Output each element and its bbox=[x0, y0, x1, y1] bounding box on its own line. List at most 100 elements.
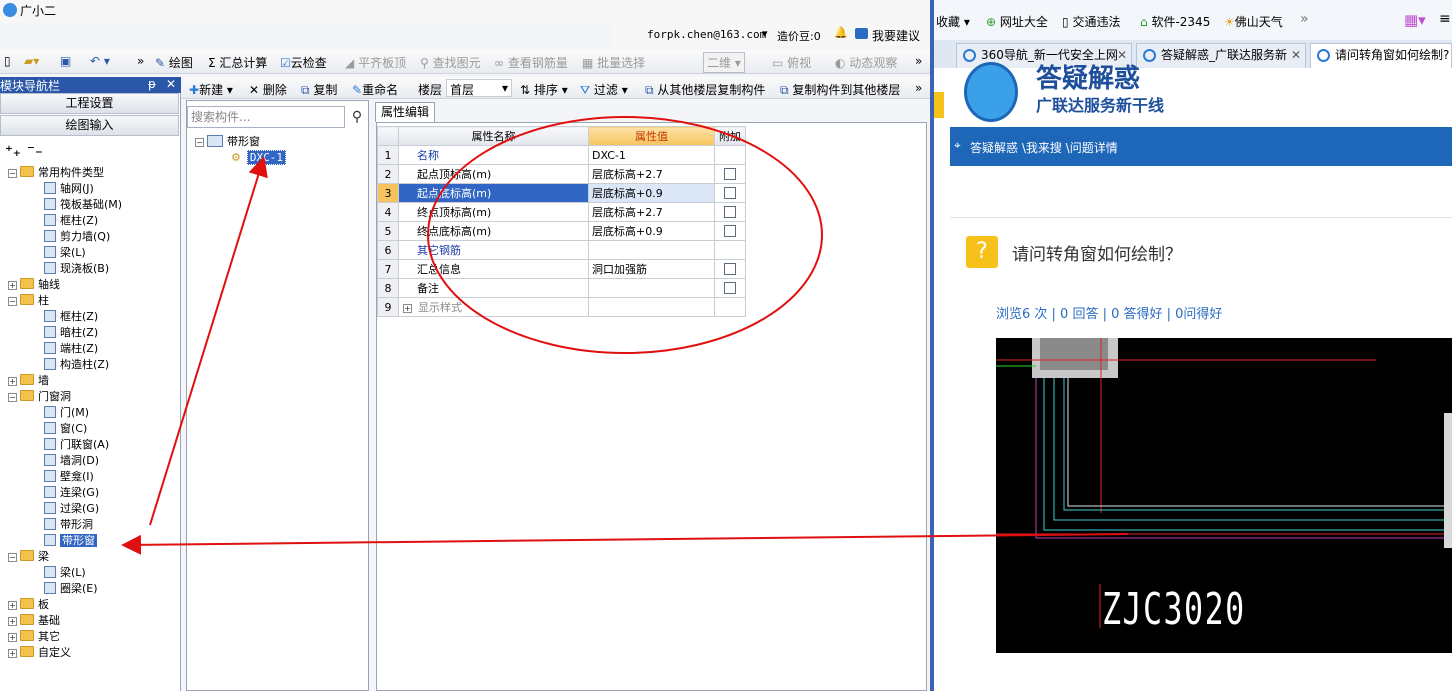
new-button[interactable]: ✚新建 ▾ bbox=[189, 81, 233, 98]
pin-icon[interactable]: ᵽ bbox=[148, 77, 156, 91]
extra-checkbox[interactable] bbox=[724, 224, 736, 237]
tree-folder[interactable]: + 基础 bbox=[8, 613, 60, 629]
expand-all-icon[interactable]: ⁺₊ bbox=[5, 142, 21, 160]
property-value[interactable]: 层底标高+2.7 bbox=[588, 164, 715, 184]
tree-item[interactable]: 圈梁(E) bbox=[44, 581, 98, 597]
tree-folder[interactable]: − 常用构件类型 bbox=[8, 165, 104, 181]
component-group-window-strip[interactable]: − 带形窗 bbox=[195, 134, 260, 150]
tree-item[interactable]: 带形窗 bbox=[44, 533, 97, 549]
property-value[interactable]: 层底标高+0.9 bbox=[588, 221, 715, 241]
extra-checkbox[interactable] bbox=[724, 281, 736, 294]
copy-to-floor-button[interactable]: ⧉ 复制构件到其他楼层 bbox=[780, 81, 900, 98]
collapse-all-icon[interactable]: ⁻₋ bbox=[27, 141, 43, 159]
bookmark-traffic[interactable]: ▯ 交通违法 bbox=[1062, 13, 1120, 30]
extra-checkbox[interactable] bbox=[724, 167, 736, 180]
extra-checkbox[interactable] bbox=[724, 205, 736, 218]
toolbar-cloud-check[interactable]: ☑云检查 bbox=[280, 54, 327, 71]
property-row[interactable]: 1 名称 DXC-1 bbox=[377, 145, 746, 165]
extra-checkbox[interactable] bbox=[724, 186, 736, 199]
tree-item[interactable]: 筏板基础(M) bbox=[44, 197, 122, 213]
breadcrumb[interactable]: 答疑解惑 \我来搜 \问题详情 bbox=[970, 139, 1118, 156]
tree-item[interactable]: 窗(C) bbox=[44, 421, 87, 437]
property-row[interactable]: 7 汇总信息 洞口加强筋 bbox=[377, 259, 746, 279]
toolbar-sum[interactable]: Σ 汇总计算 bbox=[208, 54, 267, 71]
apps-icon[interactable]: ▦▾ bbox=[1404, 11, 1426, 29]
tree-item[interactable]: 门联窗(A) bbox=[44, 437, 109, 453]
rename-button[interactable]: ✎重命名 bbox=[352, 81, 398, 98]
tree-folder[interactable]: + 板 bbox=[8, 597, 49, 613]
property-value[interactable] bbox=[588, 297, 715, 317]
project-settings-button[interactable]: 工程设置 bbox=[0, 93, 179, 114]
expand-icon[interactable]: + bbox=[8, 377, 17, 386]
tree-item[interactable]: 框柱(Z) bbox=[44, 309, 98, 325]
expand-icon[interactable]: + bbox=[8, 601, 17, 610]
suggest-link[interactable]: 我要建议 bbox=[872, 27, 920, 44]
copy-button[interactable]: ⧉ 复制 bbox=[301, 81, 337, 98]
close-tab-icon[interactable]: ✕ bbox=[1291, 44, 1301, 67]
bookmark-nav[interactable]: ⊕ 网址大全 bbox=[986, 13, 1048, 30]
undo-icon[interactable]: ↶ ▾ bbox=[90, 54, 110, 68]
side-tab[interactable] bbox=[934, 92, 944, 118]
tree-item[interactable]: 端柱(Z) bbox=[44, 341, 98, 357]
collapse-icon[interactable]: − bbox=[195, 138, 204, 147]
tree-item[interactable]: 暗柱(Z) bbox=[44, 325, 98, 341]
tree-item[interactable]: 梁(L) bbox=[44, 245, 86, 261]
expand-icon[interactable]: + bbox=[8, 617, 17, 626]
more-icon[interactable]: » bbox=[137, 54, 144, 68]
tree-item[interactable]: 框柱(Z) bbox=[44, 213, 98, 229]
dropdown-icon[interactable]: ▾ bbox=[762, 27, 768, 40]
tree-folder[interactable]: + 自定义 bbox=[8, 645, 71, 661]
bookmark-weather[interactable]: ☀佛山天气 bbox=[1224, 13, 1283, 30]
expand-icon[interactable]: + bbox=[403, 304, 412, 313]
property-value[interactable] bbox=[588, 240, 715, 260]
bell-icon[interactable]: 🔔 bbox=[834, 26, 848, 39]
tree-item[interactable]: 剪力墙(Q) bbox=[44, 229, 110, 245]
tree-folder[interactable]: + 其它 bbox=[8, 629, 60, 645]
property-row[interactable]: 5 终点底标高(m) 层底标高+0.9 bbox=[377, 221, 746, 241]
tree-folder[interactable]: + 轴线 bbox=[8, 277, 60, 293]
open-folder-icon[interactable]: ▰▾ bbox=[24, 54, 39, 68]
expand-icon[interactable]: + bbox=[8, 649, 17, 658]
tree-folder[interactable]: + 墙 bbox=[8, 373, 49, 389]
account-email[interactable]: forpk.chen@163.com bbox=[647, 28, 766, 41]
tree-folder[interactable]: − 门窗洞 bbox=[8, 389, 71, 405]
bookmark-favorites[interactable]: 收藏 ▾ bbox=[936, 13, 970, 30]
tree-folder[interactable]: − 柱 bbox=[8, 293, 49, 309]
property-row[interactable]: 2 起点顶标高(m) 层底标高+2.7 bbox=[377, 164, 746, 184]
property-row[interactable]: 3 起点底标高(m) 层底标高+0.9 bbox=[377, 183, 746, 203]
collapse-icon[interactable]: − bbox=[8, 553, 17, 562]
more-icon[interactable]: » bbox=[915, 54, 922, 68]
save-icon[interactable]: ▣ bbox=[60, 54, 71, 68]
tree-item[interactable]: 轴网(J) bbox=[44, 181, 94, 197]
tree-item[interactable]: 门(M) bbox=[44, 405, 89, 421]
property-value[interactable] bbox=[588, 278, 715, 298]
browser-tab[interactable]: 请问转角窗如何绘制? bbox=[1310, 43, 1452, 68]
toolbar-draw[interactable]: ✎ 绘图 bbox=[155, 54, 193, 71]
property-row[interactable]: 4 终点顶标高(m) 层底标高+2.7 bbox=[377, 202, 746, 222]
more-bookmarks-icon[interactable]: » bbox=[1300, 11, 1309, 27]
bookmark-software[interactable]: ⌂ 软件-2345 bbox=[1140, 13, 1210, 30]
collapse-icon[interactable]: − bbox=[8, 297, 17, 306]
tree-item[interactable]: 连梁(G) bbox=[44, 485, 99, 501]
sort-button[interactable]: ⇅ 排序 ▾ bbox=[520, 81, 568, 98]
component-item-dxc-1[interactable]: ⚙ DXC-1 bbox=[231, 150, 286, 166]
extra-checkbox[interactable] bbox=[724, 262, 736, 275]
collapse-icon[interactable]: − bbox=[8, 169, 17, 178]
menu-icon[interactable]: ≡ bbox=[1439, 11, 1451, 27]
property-value[interactable]: DXC-1 bbox=[588, 145, 715, 165]
tree-item[interactable]: 壁龛(I) bbox=[44, 469, 94, 485]
property-value[interactable]: 洞口加强筋 bbox=[588, 259, 715, 279]
tree-item[interactable]: 构造柱(Z) bbox=[44, 357, 109, 373]
more-icon[interactable]: » bbox=[915, 81, 922, 95]
tree-item[interactable]: 过梁(G) bbox=[44, 501, 99, 517]
property-row[interactable]: 6 其它钢筋 bbox=[377, 240, 746, 260]
filter-button[interactable]: ⛛ 过滤 ▾ bbox=[580, 81, 628, 98]
property-value[interactable]: 层底标高+2.7 bbox=[588, 202, 715, 222]
tree-item[interactable]: 墙洞(D) bbox=[44, 453, 99, 469]
property-value[interactable]: 层底标高+0.9 bbox=[588, 183, 715, 203]
tree-item[interactable]: 现浇板(B) bbox=[44, 261, 109, 277]
collapse-icon[interactable]: − bbox=[8, 393, 17, 402]
question-stats[interactable]: 浏览6 次 | 0 回答 | 0 答得好 | 0问得好 bbox=[996, 303, 1222, 322]
tab-property-edit[interactable]: 属性编辑 bbox=[375, 102, 435, 122]
tree-item[interactable]: 带形洞 bbox=[44, 517, 93, 533]
